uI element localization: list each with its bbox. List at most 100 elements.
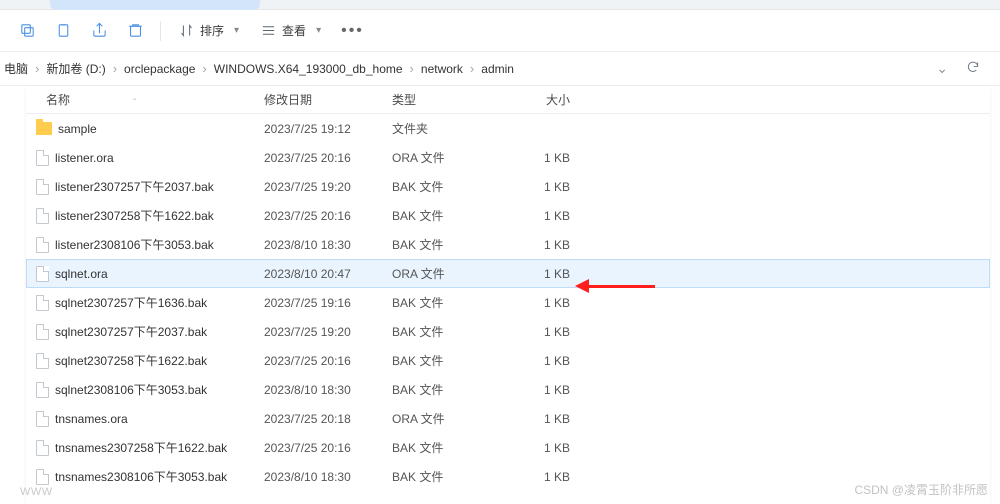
cell-date: 2023/8/10 20:47: [264, 267, 392, 281]
chevron-right-icon: [467, 61, 477, 76]
cell-date: 2023/7/25 20:18: [264, 412, 392, 426]
cell-size: 1 KB: [498, 441, 584, 455]
cell-type: BAK 文件: [392, 468, 498, 485]
cell-size: 1 KB: [498, 325, 584, 339]
file-icon: [36, 179, 49, 195]
table-row[interactable]: listener2307258下午1622.bak 2023/7/25 20:16…: [26, 201, 990, 230]
cell-name: listener2307258下午1622.bak: [26, 207, 264, 224]
file-icon: [36, 324, 49, 340]
paste-button[interactable]: [48, 16, 78, 46]
view-dropdown[interactable]: 查看: [253, 16, 329, 46]
path-dropdown-icon[interactable]: [936, 60, 948, 77]
active-tab[interactable]: [50, 0, 260, 10]
header-type[interactable]: 类型: [392, 91, 498, 108]
table-row[interactable]: sqlnet2307258下午1622.bak2023/7/25 20:16BA…: [26, 346, 990, 375]
header-size[interactable]: 大小: [498, 91, 584, 108]
cell-name: sqlnet2307257下午2037.bak: [26, 323, 264, 340]
file-name: listener.ora: [55, 151, 114, 165]
crumb[interactable]: admin: [479, 60, 516, 78]
cell-size: 1 KB: [498, 412, 584, 426]
crumb[interactable]: orclepackage: [122, 60, 197, 78]
cell-name: tnsnames.ora: [26, 411, 264, 427]
watermark: CSDN @凌霄玉阶非所愿: [854, 481, 988, 498]
file-name: listener2307257下午2037.bak: [55, 178, 214, 195]
sort-label: 排序: [200, 22, 224, 39]
table-row[interactable]: tnsnames2308106下午3053.bak2023/8/10 18:30…: [26, 462, 990, 491]
cell-name: tnsnames2307258下午1622.bak: [26, 439, 264, 456]
cell-size: 1 KB: [498, 267, 584, 281]
cell-size: 1 KB: [498, 238, 584, 252]
file-name: sqlnet2307258下午1622.bak: [55, 352, 207, 369]
chevron-right-icon: [110, 61, 120, 76]
file-icon: [36, 411, 49, 427]
more-button[interactable]: •••: [335, 22, 370, 40]
table-row[interactable]: sqlnet2307257下午2037.bak2023/7/25 19:20BA…: [26, 317, 990, 346]
cell-type: ORA 文件: [392, 410, 498, 427]
chevron-right-icon: [199, 61, 209, 76]
table-row[interactable]: listener.ora2023/7/25 20:16ORA 文件1 KB: [26, 143, 990, 172]
file-name: sqlnet2307257下午2037.bak: [55, 323, 207, 340]
cell-name: sqlnet2308106下午3053.bak: [26, 381, 264, 398]
annotation-arrow: [575, 279, 655, 293]
cell-date: 2023/7/25 20:16: [264, 441, 392, 455]
share-button[interactable]: [84, 16, 114, 46]
file-icon: [36, 353, 49, 369]
file-list-pane: 名称 修改日期 类型 大小 sample2023/7/25 19:12文件夹li…: [26, 86, 990, 504]
delete-button[interactable]: [120, 16, 150, 46]
table-row[interactable]: sample2023/7/25 19:12文件夹: [26, 114, 990, 143]
cell-size: 1 KB: [498, 383, 584, 397]
cell-type: BAK 文件: [392, 323, 498, 340]
cell-name: sqlnet2307258下午1622.bak: [26, 352, 264, 369]
refresh-button[interactable]: [966, 60, 980, 77]
cell-size: 1 KB: [498, 470, 584, 484]
cell-type: BAK 文件: [392, 207, 498, 224]
file-name: listener2307258下午1622.bak: [55, 207, 214, 224]
crumb[interactable]: 电脑: [2, 58, 30, 79]
table-row[interactable]: listener2307257下午2037.bak 2023/7/25 19:20…: [26, 172, 990, 201]
cell-date: 2023/8/10 18:30: [264, 470, 392, 484]
cell-name: listener.ora: [26, 150, 264, 166]
file-name: tnsnames.ora: [55, 412, 128, 426]
cell-name: sqlnet2307257下午1636.bak: [26, 294, 264, 311]
cell-name: listener2307257下午2037.bak: [26, 178, 264, 195]
file-name: sample: [58, 122, 97, 136]
copy-button[interactable]: [12, 16, 42, 46]
cell-type: BAK 文件: [392, 352, 498, 369]
cell-type: BAK 文件: [392, 178, 498, 195]
cell-name: tnsnames2308106下午3053.bak: [26, 468, 264, 485]
table-row[interactable]: tnsnames2307258下午1622.bak2023/7/25 20:16…: [26, 433, 990, 462]
table-row[interactable]: listener2308106下午3053.bak 2023/8/10 18:30…: [26, 230, 990, 259]
breadcrumb: 电脑 新加卷 (D:) orclepackage WINDOWS.X64_193…: [0, 58, 936, 79]
cell-size: 1 KB: [498, 151, 584, 165]
window-tabbar: [0, 0, 1000, 10]
sort-dropdown[interactable]: 排序: [171, 16, 247, 46]
table-row[interactable]: sqlnet2307257下午1636.bak2023/7/25 19:16BA…: [26, 288, 990, 317]
file-name: sqlnet2308106下午3053.bak: [55, 381, 207, 398]
crumb[interactable]: 新加卷 (D:): [44, 58, 107, 79]
folder-icon: [36, 122, 52, 135]
cell-size: 1 KB: [498, 354, 584, 368]
table-row[interactable]: sqlnet.ora2023/8/10 20:47ORA 文件1 KB: [26, 259, 990, 288]
cell-size: 1 KB: [498, 180, 584, 194]
table-row[interactable]: tnsnames.ora 2023/7/25 20:18ORA 文件1 KB: [26, 404, 990, 433]
cell-date: 2023/7/25 20:16: [264, 209, 392, 223]
cell-date: 2023/7/25 19:20: [264, 180, 392, 194]
table-row[interactable]: sqlnet2308106下午3053.bak2023/8/10 18:30BA…: [26, 375, 990, 404]
file-name: sqlnet2307257下午1636.bak: [55, 294, 207, 311]
cell-type: ORA 文件: [392, 149, 498, 166]
cell-size: 1 KB: [498, 296, 584, 310]
crumb[interactable]: WINDOWS.X64_193000_db_home: [212, 60, 405, 78]
file-icon: [36, 440, 49, 456]
cell-date: 2023/8/10 18:30: [264, 238, 392, 252]
cell-date: 2023/7/25 19:12: [264, 122, 392, 136]
header-date[interactable]: 修改日期: [264, 91, 392, 108]
cell-type: BAK 文件: [392, 439, 498, 456]
view-label: 查看: [282, 22, 306, 39]
file-icon: [36, 266, 49, 282]
cell-name: sqlnet.ora: [26, 266, 264, 282]
crumb[interactable]: network: [419, 60, 465, 78]
chevron-right-icon: [407, 61, 417, 76]
file-name: listener2308106下午3053.bak: [55, 236, 214, 253]
cell-date: 2023/7/25 19:16: [264, 296, 392, 310]
header-name[interactable]: 名称: [26, 91, 264, 108]
